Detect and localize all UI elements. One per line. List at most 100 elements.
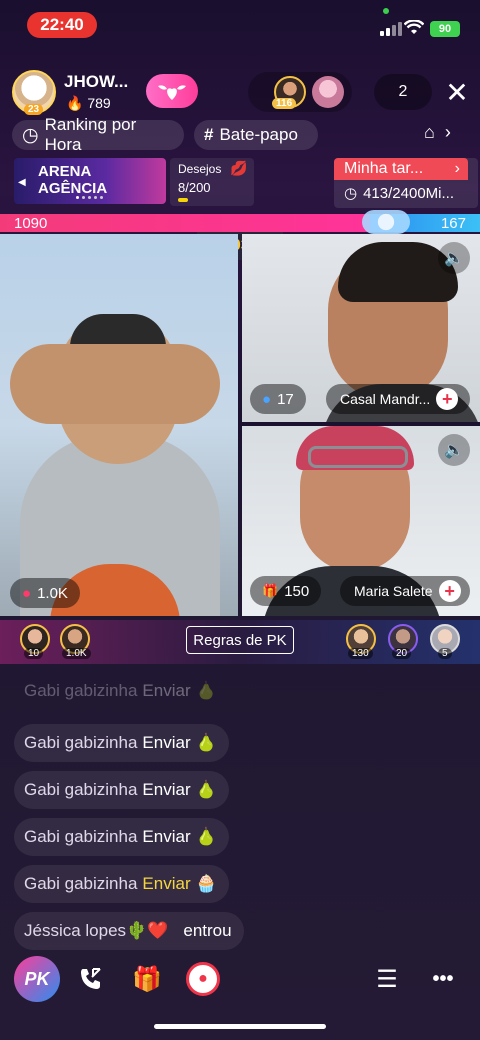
person-hands	[10, 344, 220, 424]
clock-icon: ◷	[22, 124, 39, 146]
chat-message[interactable]: Jéssica lopes🌵❤️ entrou	[14, 912, 244, 950]
chevron-right-icon[interactable]: ›	[445, 122, 451, 143]
task-header[interactable]: Minha tar... ›	[334, 158, 468, 180]
follow-button[interactable]	[146, 74, 198, 108]
pk-score-bar: 1090 167	[0, 210, 480, 234]
record-icon[interactable]: ●	[186, 962, 220, 996]
explore-controls[interactable]: ⌂ ›	[424, 122, 451, 143]
top-right-name: Casal Mandr...	[340, 391, 431, 407]
speaker-icon[interactable]: 🔈	[438, 434, 470, 466]
chevron-right-icon: ›	[454, 160, 460, 177]
chat-emoji: 🍐	[195, 733, 217, 752]
stream-bottom-right-video[interactable]: 🔈 🎁 150 Maria Salete +	[242, 426, 480, 616]
banner-row: ◀ ARENA AGÊNCIA Desejos 💋 8/200 Minha ta…	[12, 158, 478, 208]
chat-tag[interactable]: # Bate-papo	[194, 120, 318, 150]
tag-row: ◷ Ranking por Hora # Bate-papo ⌂ ›	[12, 115, 472, 154]
chat-emoji: 🍐	[195, 827, 217, 846]
host-likes-value: 789	[87, 95, 111, 111]
chat-action: entrou	[183, 921, 232, 940]
menu-icon[interactable]: ☰	[368, 960, 406, 998]
home-indicator[interactable]	[154, 1024, 326, 1029]
chat-emoji: 🧁	[195, 874, 217, 893]
gift-icon: 🎁	[262, 583, 279, 598]
host-name[interactable]: JHOW...	[64, 72, 128, 92]
chat-user: Gabi gabizinha	[24, 681, 138, 700]
desejos-value: 8/200	[178, 180, 211, 195]
chat-message[interactable]: Gabi gabizinha Enviar 🍐	[14, 724, 229, 762]
heart-icon: ●	[22, 584, 32, 602]
chat-user: Gabi gabizinha	[24, 827, 138, 846]
host-level-badge: 23	[24, 104, 44, 115]
speaker-icon[interactable]: 🔈	[438, 242, 470, 274]
desejos-widget[interactable]: Desejos 💋 8/200	[170, 158, 254, 206]
viewer-badge: 116	[272, 98, 297, 109]
top-right-score-pill[interactable]: ● 17	[250, 384, 306, 414]
battery-icon: 90	[430, 21, 460, 37]
status-time: 22:40	[27, 12, 97, 38]
left-score-pill[interactable]: ● 1.0K	[10, 578, 80, 608]
stream-left-video[interactable]: ● 1.0K	[0, 234, 238, 616]
pk-button[interactable]: PK	[14, 956, 60, 1002]
bottom-toolbar: PK 🎁 ● ☰ •••	[0, 952, 480, 1008]
supporter-value: 5	[438, 648, 452, 659]
clock-icon: ◷	[344, 185, 358, 202]
chat-user: Gabi gabizinha	[24, 874, 138, 893]
home-arrow-icon[interactable]: ⌂	[424, 122, 435, 143]
wifi-icon	[403, 19, 425, 41]
top-right-score-value: 17	[277, 390, 294, 408]
cell-signal-icon	[380, 22, 402, 36]
bottom-right-name-pill[interactable]: Maria Salete +	[340, 576, 470, 606]
camera-indicator-dot	[383, 8, 389, 14]
pk-supporters-row: 10 1.0K Regras de PK 130 20 5	[0, 620, 480, 664]
ranking-tag[interactable]: ◷ Ranking por Hora	[12, 115, 184, 154]
chat-action: Enviar	[142, 681, 191, 700]
glasses	[308, 446, 408, 468]
supporter-value: 20	[392, 648, 412, 659]
arrow-left-icon: ◀	[18, 177, 26, 188]
viewer-avatar[interactable]	[312, 76, 344, 108]
chat-message[interactable]: Gabi gabizinha Enviar 🍐	[14, 771, 229, 809]
task-progress: ◷ 413/2400Mi...	[344, 184, 454, 203]
chat-user: Jéssica lopes🌵❤️	[24, 921, 169, 940]
ranking-label: Ranking por Hora	[44, 115, 137, 154]
chat-action: Enviar	[142, 827, 191, 846]
chat-label: Bate-papo	[219, 125, 298, 144]
host-likes: 🔥 789	[66, 95, 111, 112]
desejos-progress-bar	[178, 198, 188, 202]
chat-user: Gabi gabizinha	[24, 780, 138, 799]
task-title: Minha tar...	[344, 160, 424, 177]
task-progress-value: 413/2400Mi...	[363, 184, 454, 202]
chat-message: Gabi gabizinha Enviar 🍐	[14, 678, 229, 704]
carousel-dots	[76, 196, 103, 199]
task-widget[interactable]: Minha tar... › ◷ 413/2400Mi...	[334, 158, 478, 208]
video-call-icon[interactable]	[72, 960, 110, 998]
chat-action: Enviar	[142, 780, 191, 799]
arena-agencia-banner[interactable]: ◀ ARENA AGÊNCIA	[14, 158, 166, 204]
lips-icon: 💋	[230, 160, 248, 176]
chat-emoji: 🍐	[195, 681, 217, 700]
follow-plus-button[interactable]: +	[438, 580, 461, 602]
chat-message[interactable]: Gabi gabizinha Enviar 🧁	[14, 865, 229, 903]
top-right-name-pill[interactable]: Casal Mandr... +	[326, 384, 470, 414]
bottom-right-name: Maria Salete	[354, 583, 433, 599]
hash-icon: #	[204, 125, 214, 144]
pk-left-score: 1090	[0, 214, 370, 232]
stream-top-right-video[interactable]: 🔈 ● 17 Casal Mandr... +	[242, 234, 480, 422]
bottom-right-score-value: 150	[284, 582, 310, 600]
chat-user: Gabi gabizinha	[24, 733, 138, 752]
close-icon[interactable]: ✕	[442, 74, 472, 110]
viewer-count[interactable]: 2	[374, 74, 432, 110]
supporter-value: 1.0K	[62, 648, 91, 659]
top-viewers[interactable]: 116	[248, 72, 352, 112]
pk-rules-button[interactable]: Regras de PK	[186, 626, 294, 654]
pk-divider-icon	[362, 210, 410, 234]
flame-icon: 🔥	[66, 95, 84, 111]
follow-plus-button[interactable]: +	[436, 388, 459, 410]
status-bar: 22:40 90	[0, 0, 480, 52]
winged-heart-icon	[158, 85, 186, 100]
bottom-right-score-pill[interactable]: 🎁 150	[250, 576, 322, 606]
more-icon[interactable]: •••	[424, 960, 462, 998]
gift-icon[interactable]: 🎁	[128, 960, 166, 998]
gift-icon: ●	[262, 390, 272, 408]
chat-message[interactable]: Gabi gabizinha Enviar 🍐	[14, 818, 229, 856]
